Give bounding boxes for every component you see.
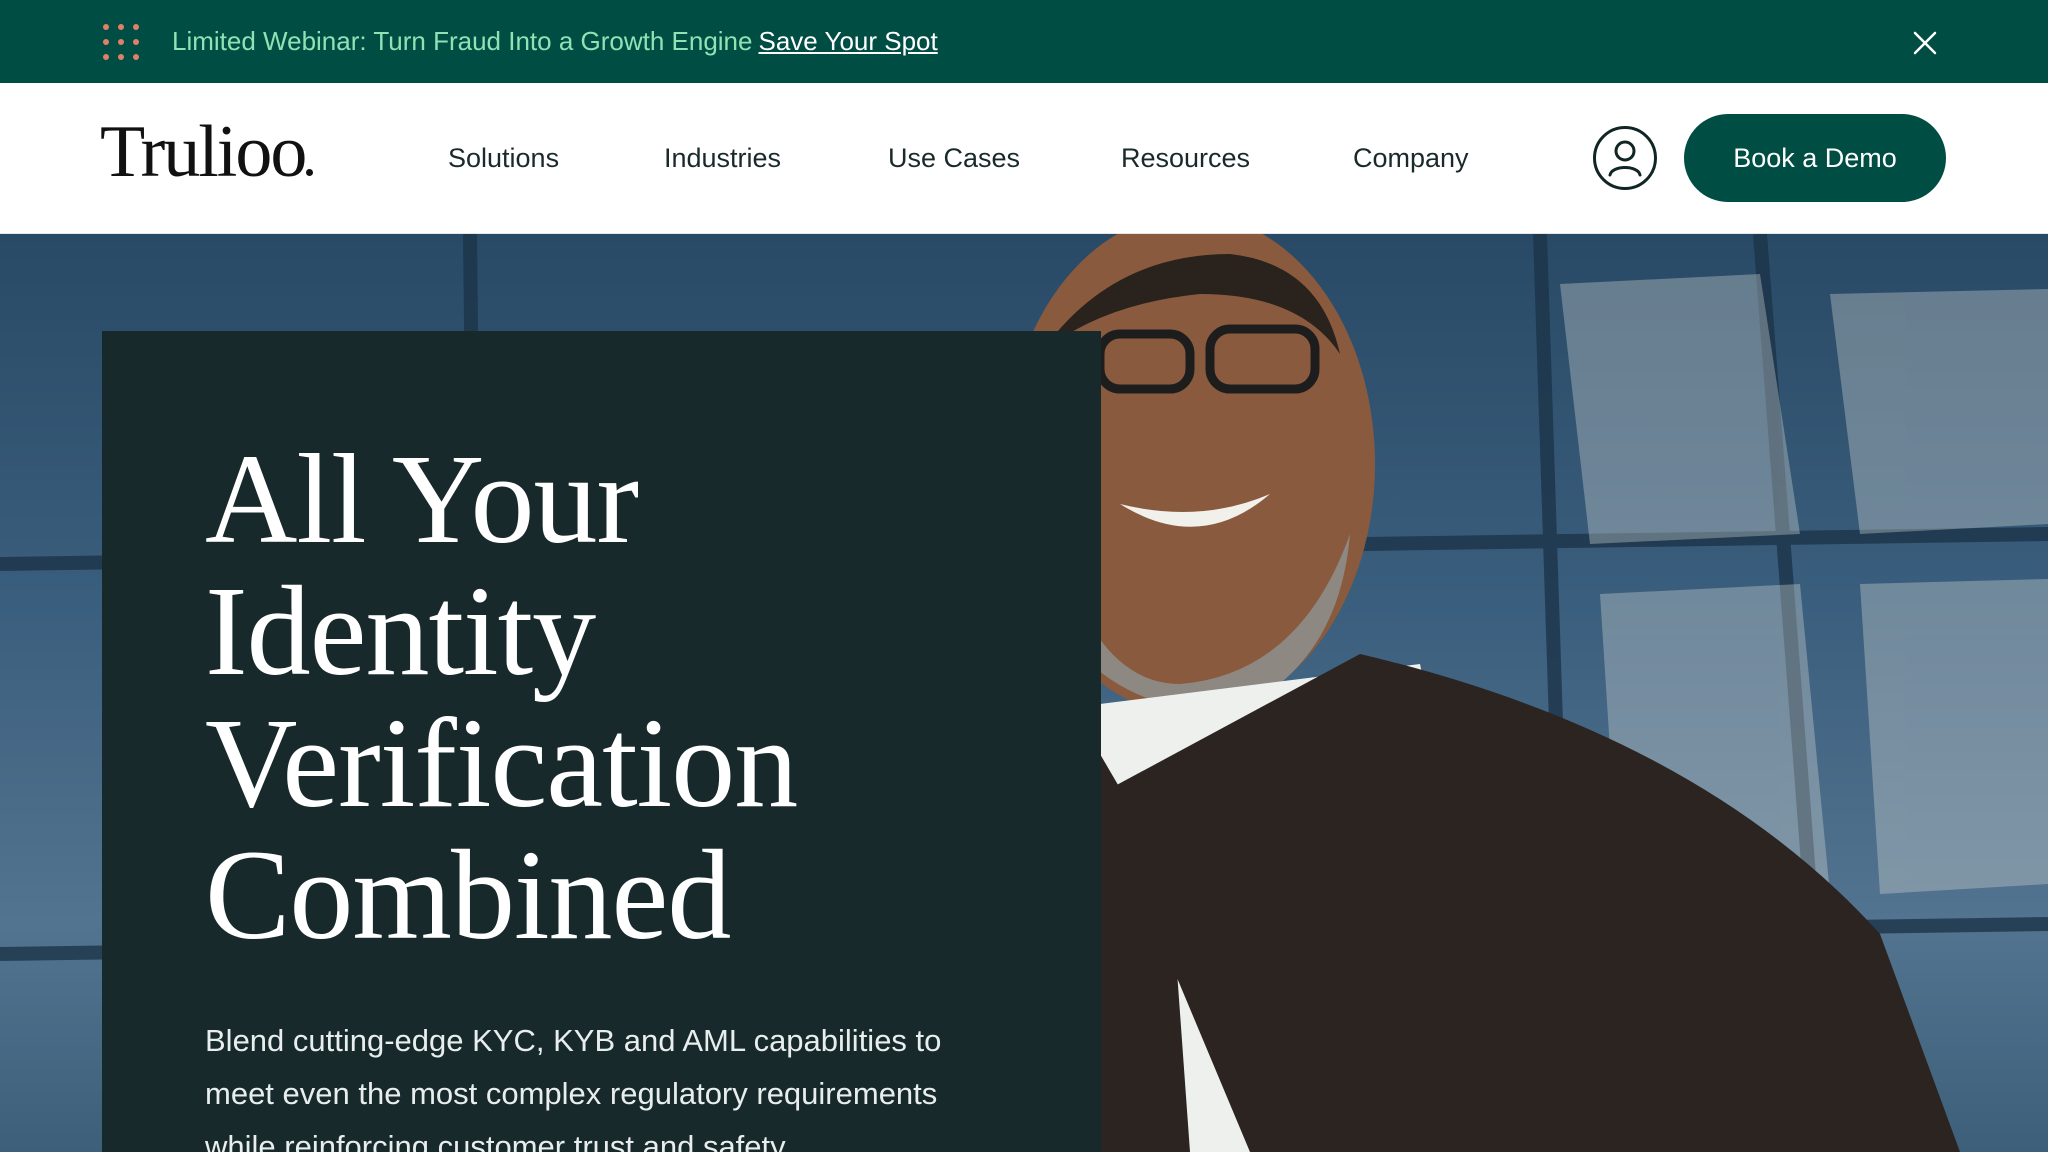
hero-section: All Your Identity Verification Combined … (0, 234, 2048, 1152)
logo-dot (306, 169, 314, 176)
site-header: Trulioo Solutions Industries Use Cases R… (0, 83, 2048, 234)
hero-subtitle: Blend cutting-edge KYC, KYB and AML capa… (205, 1023, 942, 1152)
announcement-message: Limited Webinar: Turn Fraud Into a Growt… (172, 0, 938, 83)
trulioo-logo[interactable]: Trulioo (100, 115, 314, 189)
hero-title-line: All Your (205, 428, 639, 570)
nav-company[interactable]: Company (1353, 83, 1469, 234)
announcement-text: Limited Webinar: Turn Fraud Into a Growt… (172, 26, 753, 56)
close-icon[interactable] (1912, 30, 1938, 56)
hero-title-line: Verification (205, 692, 798, 834)
hero-title-line: Identity (205, 560, 596, 702)
nav-resources[interactable]: Resources (1121, 83, 1250, 234)
hero-title-line: Combined (205, 824, 731, 966)
logo-text: Trulioo (100, 111, 307, 193)
account-button[interactable] (1593, 126, 1657, 190)
hero-panel: All Your Identity Verification Combined … (102, 331, 1101, 1152)
nav-solutions[interactable]: Solutions (448, 83, 559, 234)
grid-dots-icon (103, 24, 139, 60)
book-demo-button[interactable]: Book a Demo (1684, 114, 1946, 202)
nav-industries[interactable]: Industries (664, 83, 781, 234)
announcement-bar: Limited Webinar: Turn Fraud Into a Growt… (0, 0, 2048, 83)
hero-title: All Your Identity Verification Combined (205, 433, 1065, 961)
user-icon (1608, 140, 1642, 177)
nav-use-cases[interactable]: Use Cases (888, 83, 1020, 234)
save-your-spot-link[interactable]: Save Your Spot (758, 26, 937, 56)
